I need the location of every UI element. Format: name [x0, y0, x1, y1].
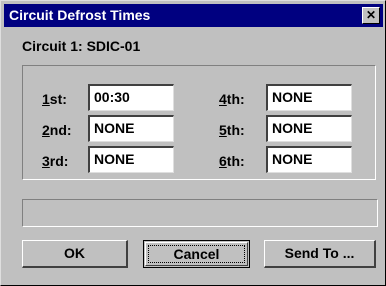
defrost-time-4th-input[interactable]: NONE [266, 84, 352, 111]
defrost-time-2nd-input[interactable]: NONE [88, 115, 174, 142]
ok-button[interactable]: OK [22, 240, 128, 268]
circuit-label: Circuit 1: SDIC-01 [22, 38, 141, 54]
defrost-time-1st-input[interactable]: 00:30 [88, 84, 174, 111]
cancel-button[interactable]: Cancel [143, 240, 250, 268]
window-title: Circuit Defrost Times [9, 7, 151, 23]
status-bar [22, 199, 378, 227]
label-1st: 1st: [42, 91, 67, 107]
label-4th: 4th: [219, 91, 245, 107]
defrost-time-6th-input[interactable]: NONE [266, 146, 352, 173]
close-button[interactable]: ✕ [362, 7, 380, 24]
cancel-button-label: Cancel [148, 245, 245, 263]
label-5th: 5th: [219, 122, 245, 138]
close-icon: ✕ [365, 8, 377, 22]
defrost-time-5th-input[interactable]: NONE [266, 115, 352, 142]
defrost-time-3rd-input[interactable]: NONE [88, 146, 174, 173]
label-3rd: 3rd: [42, 153, 69, 169]
send-to-button[interactable]: Send To ... [264, 240, 376, 268]
label-6th: 6th: [219, 153, 245, 169]
label-2nd: 2nd: [42, 122, 72, 138]
title-bar[interactable]: Circuit Defrost Times ✕ [4, 4, 383, 27]
